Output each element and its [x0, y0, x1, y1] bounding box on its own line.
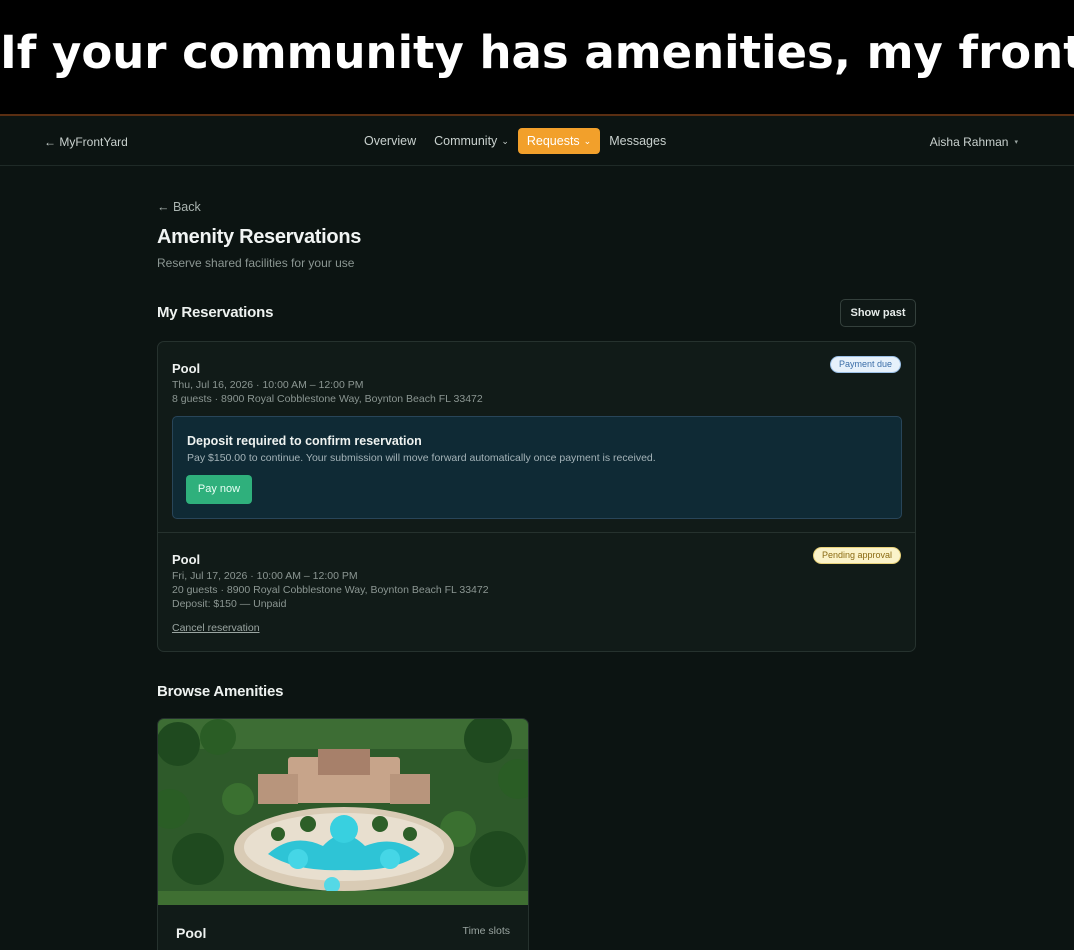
status-badge: Payment due — [829, 356, 901, 373]
nav-community[interactable]: Community ⌄ — [425, 128, 518, 154]
brand-link[interactable]: ← MyFrontYard — [44, 135, 128, 149]
page-subtitle: Reserve shared facilities for your use — [157, 256, 355, 270]
cancel-reservation-link[interactable]: Cancel reservation — [172, 622, 260, 634]
pool-aerial-image — [158, 719, 528, 905]
reservation-name: Pool — [172, 361, 201, 376]
show-past-button[interactable]: Show past — [840, 299, 916, 327]
user-name: Aisha Rahman — [929, 135, 1009, 149]
nav-messages-label: Messages — [609, 134, 667, 148]
nav-links: Overview Community ⌄ Requests ⌄ Messages — [364, 127, 675, 155]
nav-community-label: Community — [434, 134, 498, 148]
top-navbar: ← MyFrontYard Overview Community ⌄ Reque… — [0, 116, 1074, 166]
reservations-card: Pool Thu, Jul 16, 2026 · 10:00 AM – 12:0… — [157, 341, 916, 652]
reservation-details: 20 guests · 8900 Royal Cobblestone Way, … — [172, 584, 489, 596]
amenity-card-pool[interactable]: Pool Time slots — [157, 718, 529, 950]
browse-amenities-heading: Browse Amenities — [157, 683, 284, 700]
app-window: ← MyFrontYard Overview Community ⌄ Reque… — [0, 114, 1074, 950]
chevron-down-icon: ⌄ — [501, 135, 509, 146]
deposit-text: Pay $150.00 to continue. Your submission… — [187, 452, 656, 464]
my-reservations-heading: My Reservations — [157, 304, 274, 321]
page-title: Amenity Reservations — [157, 226, 362, 248]
reservation-name: Pool — [172, 552, 201, 567]
deposit-status: Deposit: $150 — Unpaid — [172, 598, 287, 610]
deposit-title: Deposit required to confirm reservation — [187, 434, 422, 448]
reservation-details: 8 guests · 8900 Royal Cobblestone Way, B… — [172, 393, 483, 405]
nav-overview[interactable]: Overview — [364, 128, 425, 154]
status-badge: Pending approval — [812, 547, 901, 564]
nav-messages[interactable]: Messages — [600, 128, 675, 154]
chevron-down-icon: ⌄ — [583, 135, 592, 146]
deposit-notice: Deposit required to confirm reservation … — [172, 416, 902, 519]
reservation-item: Pool Thu, Jul 16, 2026 · 10:00 AM – 12:0… — [158, 342, 915, 532]
meme-caption: If your community has amenities, my fron… — [0, 0, 1074, 114]
pay-now-button[interactable]: Pay now — [186, 475, 252, 504]
reservation-datetime: Fri, Jul 17, 2026 · 10:00 AM – 12:00 PM — [172, 570, 358, 582]
amenity-time-slots: Time slots — [462, 925, 510, 937]
caret-down-icon: ▾ — [1014, 139, 1018, 146]
amenity-name: Pool — [176, 925, 207, 941]
user-menu[interactable]: Aisha Rahman ▾ — [930, 135, 1018, 149]
back-link[interactable]: ← Back — [157, 200, 201, 214]
nav-requests[interactable]: Requests ⌄ — [517, 128, 601, 154]
nav-requests-label: Requests — [526, 134, 580, 148]
reservation-item: Pool Fri, Jul 17, 2026 · 10:00 AM – 12:0… — [158, 532, 915, 651]
nav-overview-label: Overview — [364, 134, 417, 148]
reservation-datetime: Thu, Jul 16, 2026 · 10:00 AM – 12:00 PM — [172, 379, 364, 391]
